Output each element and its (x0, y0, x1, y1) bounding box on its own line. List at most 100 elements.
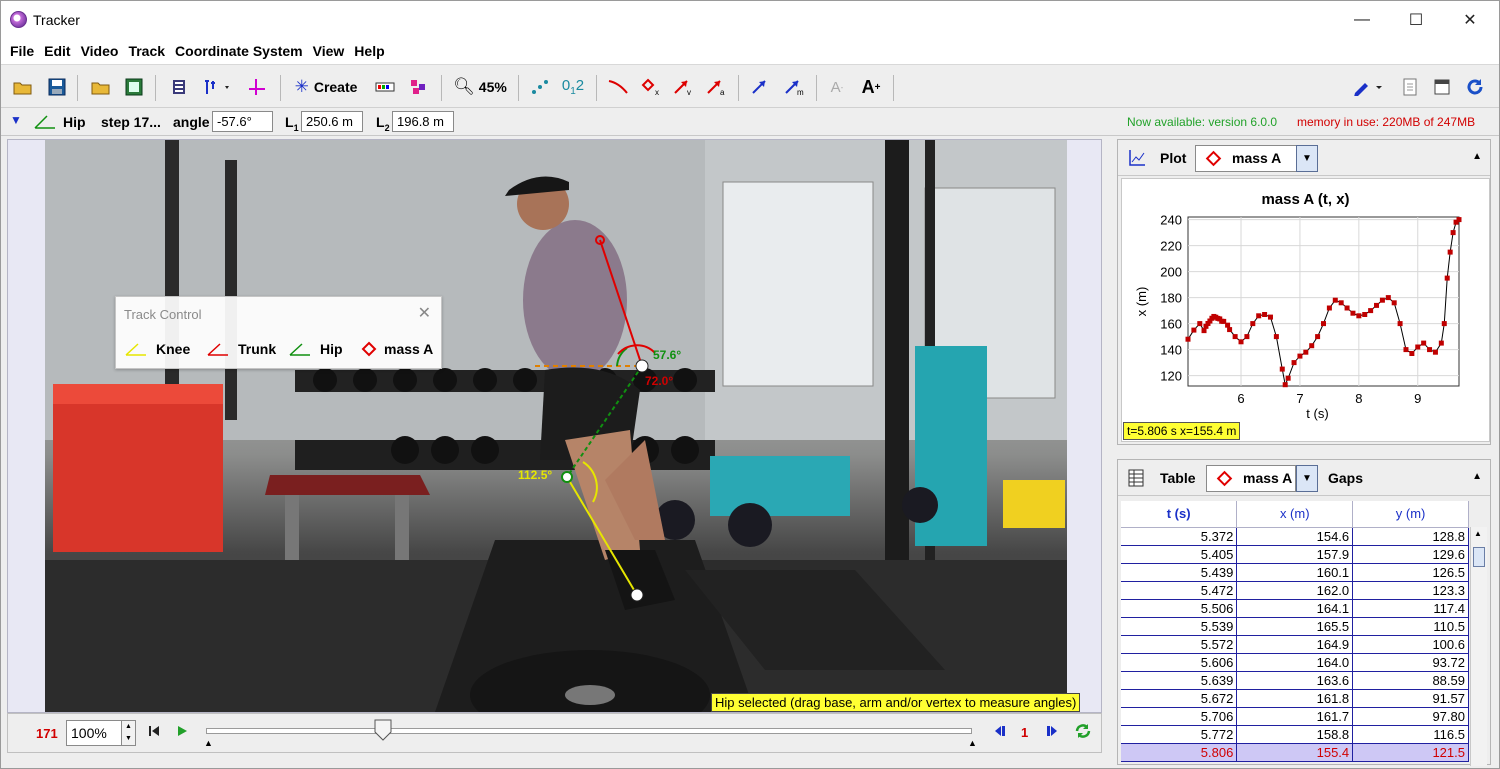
table-row[interactable]: 5.539 165.5 110.5 (1121, 617, 1469, 636)
cell-x[interactable]: 157.9 (1236, 545, 1354, 564)
track-button-hip[interactable]: Hip (288, 341, 343, 357)
menu-edit[interactable]: Edit (39, 43, 75, 59)
minimize-button[interactable]: — (1339, 1, 1385, 38)
step-forward-icon[interactable] (1046, 725, 1058, 740)
mass-momentum-icon[interactable]: m (781, 75, 807, 99)
table-row[interactable]: 5.772 158.8 116.5 (1121, 725, 1469, 744)
cell-x[interactable]: 165.5 (1236, 617, 1354, 636)
cell-t[interactable]: 5.772 (1121, 725, 1238, 744)
cell-x[interactable]: 155.4 (1236, 743, 1354, 762)
plot-collapse-icon[interactable]: ▲ (1472, 151, 1482, 162)
cell-y[interactable]: 128.8 (1352, 527, 1469, 546)
menu-video[interactable]: Video (76, 43, 124, 59)
cell-x[interactable]: 164.1 (1236, 599, 1354, 618)
frame-slider[interactable] (206, 728, 972, 734)
cell-x[interactable]: 162.0 (1236, 581, 1354, 600)
cell-t[interactable]: 5.806 (1121, 743, 1238, 762)
table-row[interactable]: 5.706 161.7 97.80 (1121, 707, 1469, 726)
calibration-tools-icon[interactable] (201, 75, 235, 99)
acceleration-icon[interactable]: a (704, 75, 728, 99)
open-video-icon[interactable] (89, 75, 113, 99)
ruler-icon[interactable] (373, 75, 397, 99)
selected-track-name[interactable]: Hip (63, 114, 86, 130)
velocity-icon[interactable]: v (671, 75, 695, 99)
labels-icon[interactable]: 012 (559, 75, 587, 99)
close-button[interactable]: ✕ (1447, 1, 1493, 38)
table-row[interactable]: 5.672 161.8 91.57 (1121, 689, 1469, 708)
track-dropdown-icon[interactable]: ▼ (10, 113, 22, 127)
scrollbar-thumb[interactable] (1473, 547, 1485, 567)
cell-t[interactable]: 5.405 (1121, 545, 1238, 564)
table-scrollbar[interactable]: ▲ (1470, 527, 1487, 766)
loop-icon[interactable] (1074, 723, 1092, 742)
cell-x[interactable]: 163.6 (1236, 671, 1354, 690)
cell-t[interactable]: 5.706 (1121, 707, 1238, 726)
cell-t[interactable]: 5.572 (1121, 635, 1238, 654)
notes-icon[interactable] (1399, 75, 1421, 99)
trails-icon[interactable] (528, 75, 552, 99)
end-marker-icon[interactable]: ▲ (968, 738, 977, 748)
cell-y[interactable]: 126.5 (1352, 563, 1469, 582)
table-row[interactable]: 5.472 162.0 123.3 (1121, 581, 1469, 600)
track-button-mass-a[interactable]: mass A (360, 341, 433, 357)
data-table[interactable]: t (s) x (m) y (m) 5.372 154.6 128.8 5.405 15… (1121, 501, 1469, 762)
cell-y[interactable]: 121.5 (1352, 743, 1469, 762)
table-track-select[interactable]: mass A (1206, 465, 1296, 492)
cell-y[interactable]: 91.57 (1352, 689, 1469, 708)
pencil-dropdown-icon[interactable] (1349, 75, 1387, 99)
export-icon[interactable] (122, 75, 146, 99)
l1-field[interactable]: 250.6 m (301, 111, 363, 132)
slider-thumb[interactable] (374, 719, 392, 741)
plot-track-dropdown-icon[interactable]: ▼ (1296, 145, 1318, 172)
properties-icon[interactable] (1431, 75, 1453, 99)
zoom-button[interactable]: 🔍︎ 45% (451, 75, 509, 99)
start-marker-icon[interactable]: ▲ (204, 738, 213, 748)
track-button-knee[interactable]: Knee (124, 341, 190, 357)
font-smaller-icon[interactable]: A- (827, 75, 847, 99)
go-to-start-icon[interactable] (148, 725, 160, 740)
cell-y[interactable]: 116.5 (1352, 725, 1469, 744)
cell-x[interactable]: 161.8 (1236, 689, 1354, 708)
table-row[interactable]: 5.372 154.6 128.8 (1121, 527, 1469, 546)
font-larger-icon[interactable]: A + (859, 75, 883, 99)
cell-t[interactable]: 5.539 (1121, 617, 1238, 636)
cell-x[interactable]: 164.0 (1236, 653, 1354, 672)
track-button-trunk[interactable]: Trunk (206, 341, 276, 357)
version-notice[interactable]: Now available: version 6.0.0 (1127, 115, 1277, 129)
cell-t[interactable]: 5.439 (1121, 563, 1238, 582)
cell-t[interactable]: 5.372 (1121, 527, 1238, 546)
menu-track[interactable]: Track (123, 43, 170, 59)
plot-track-select[interactable]: mass A (1195, 145, 1297, 172)
cell-x[interactable]: 161.7 (1236, 707, 1354, 726)
table-row[interactable]: 5.439 160.1 126.5 (1121, 563, 1469, 582)
save-icon[interactable] (45, 75, 69, 99)
table-row[interactable]: 5.806 155.4 121.5 (1121, 743, 1469, 762)
table-row[interactable]: 5.639 163.6 88.59 (1121, 671, 1469, 690)
plot-area[interactable]: mass A (t, x) 6 7 8 9 120 140 160 180 200 220 240 t… (1121, 178, 1490, 442)
cell-x[interactable]: 154.6 (1236, 527, 1354, 546)
menu-file[interactable]: File (5, 43, 39, 59)
column-header-x[interactable]: x (m) (1236, 501, 1354, 528)
cell-y[interactable]: 123.3 (1352, 581, 1469, 600)
filter-icon[interactable] (407, 75, 431, 99)
cell-t[interactable]: 5.472 (1121, 581, 1238, 600)
cell-x[interactable]: 164.9 (1236, 635, 1354, 654)
clip-settings-icon[interactable] (167, 75, 191, 99)
scroll-up-icon[interactable]: ▲ (1474, 529, 1482, 538)
zoom-spinner-arrows[interactable]: ▲ ▼ (121, 720, 136, 746)
l2-field[interactable]: 196.8 m (392, 111, 454, 132)
cell-y[interactable]: 97.80 (1352, 707, 1469, 726)
column-header-y[interactable]: y (m) (1352, 501, 1469, 528)
cell-x[interactable]: 160.1 (1236, 563, 1354, 582)
play-icon[interactable] (176, 725, 188, 740)
maximize-button[interactable]: ☐ (1393, 1, 1439, 38)
x-component-icon[interactable]: x (639, 75, 663, 99)
cell-y[interactable]: 110.5 (1352, 617, 1469, 636)
position-icon[interactable] (606, 75, 630, 99)
zoom-spinner-field[interactable]: 100% (66, 720, 122, 746)
cell-y[interactable]: 88.59 (1352, 671, 1469, 690)
cell-y[interactable]: 93.72 (1352, 653, 1469, 672)
menu-coordinate-system[interactable]: Coordinate System (170, 43, 308, 59)
menu-help[interactable]: Help (349, 43, 389, 59)
momentum-icon[interactable] (748, 75, 774, 99)
